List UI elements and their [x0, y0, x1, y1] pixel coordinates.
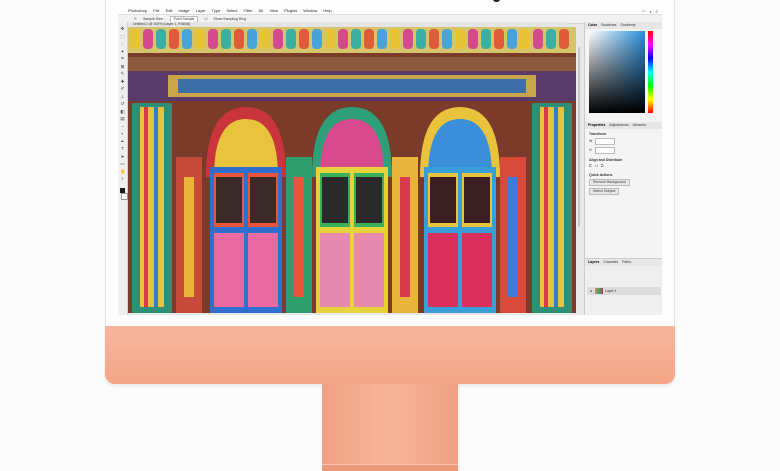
menu-photoshop[interactable]: Photoshop — [128, 8, 147, 14]
align-right-icon[interactable]: ⊐ — [601, 164, 604, 169]
remove-background-button[interactable]: Remove Background — [589, 179, 630, 186]
menu-view[interactable]: View — [269, 8, 278, 14]
gradient-tool-icon[interactable]: ▤ — [120, 116, 125, 121]
align-icons-row: ⊏ ⊓ ⊐ — [585, 163, 662, 170]
menu-plugins[interactable]: Plugins — [284, 8, 297, 14]
screen: Photoshop File Edit Image Layer Type Sel… — [118, 8, 662, 315]
blur-tool-icon[interactable]: ◔ — [120, 124, 125, 129]
eyedropper-tool-icon[interactable]: ✎ — [120, 71, 125, 76]
shape-tool-icon[interactable]: ▭ — [120, 161, 125, 166]
eyedropper-option-icon[interactable]: ✎ — [134, 17, 137, 21]
type-tool-icon[interactable]: T — [120, 146, 125, 151]
pen-tool-icon[interactable]: ✒ — [120, 139, 125, 144]
imac-stand — [322, 384, 458, 470]
menu-status-icons: ◠ ⌕ ≡ — [642, 9, 662, 14]
canvas-scrollbar[interactable] — [577, 27, 581, 313]
layer-name: Layer 1 — [605, 289, 617, 293]
hue-slider[interactable] — [648, 31, 653, 113]
quick-actions-row: Remove Background — [585, 178, 662, 187]
background-color-swatch[interactable] — [120, 193, 128, 200]
color-panel-tabs: Color Swatches Gradients — [585, 22, 662, 29]
height-input[interactable] — [594, 147, 615, 154]
align-section-title: Align and Distribute — [589, 158, 623, 162]
brush-tool-icon[interactable]: ✐ — [120, 86, 125, 91]
width-label: W — [589, 139, 593, 143]
quick-actions-title: Quick Actions — [589, 173, 613, 177]
quick-select-tool-icon[interactable]: ✦ — [120, 49, 125, 54]
align-left-icon[interactable]: ⊏ — [589, 164, 592, 169]
tools-panel: ✥ ⬚ ◌ ✦ ⌗ ⊠ ✎ ✚ ✐ ⊥ ↺ ◧ ▤ ◔ ◐ ✒ T ➤ ▭ ✋ … — [118, 22, 128, 315]
lasso-tool-icon[interactable]: ◌ — [120, 41, 125, 46]
tab-swatches[interactable]: Swatches — [601, 23, 616, 28]
menu-type[interactable]: Type — [212, 8, 221, 14]
select-subject-button[interactable]: Select Subject — [589, 188, 620, 195]
search-icon[interactable]: ⌕ — [649, 9, 651, 14]
align-center-icon[interactable]: ⊓ — [595, 164, 598, 169]
menu-3d[interactable]: 3D — [258, 8, 263, 14]
marquee-tool-icon[interactable]: ⬚ — [120, 34, 125, 39]
scrollbar-thumb[interactable] — [578, 47, 580, 227]
sample-size-label: Sample Size: — [142, 17, 164, 21]
tab-libraries[interactable]: Libraries — [633, 123, 646, 128]
tab-gradients[interactable]: Gradients — [620, 23, 635, 28]
colorful-shophouse-photo — [128, 27, 576, 313]
stamp-tool-icon[interactable]: ⊥ — [120, 94, 125, 99]
imac-chin — [105, 326, 675, 384]
document-canvas[interactable] — [128, 27, 576, 313]
menu-image[interactable]: Image — [179, 8, 190, 14]
layer-row[interactable]: ● Layer 1 — [587, 287, 661, 295]
path-select-tool-icon[interactable]: ➤ — [120, 154, 125, 159]
show-ring-label: Show Sampling Ring — [213, 17, 247, 21]
menu-window[interactable]: Window — [303, 8, 317, 14]
layers-panel-tabs: Layers Channels Paths — [585, 259, 662, 266]
transform-section-title: Transform — [589, 132, 607, 136]
history-brush-icon[interactable]: ↺ — [120, 101, 125, 106]
menu-edit[interactable]: Edit — [166, 8, 173, 14]
move-tool-icon[interactable]: ✥ — [120, 26, 125, 31]
properties-panel: Properties Adjustments Libraries Transfo… — [585, 122, 662, 262]
menu-help[interactable]: Help — [323, 8, 331, 14]
layer-thumbnail — [595, 288, 603, 294]
wifi-icon[interactable]: ◠ — [642, 9, 646, 14]
frame-tool-icon[interactable]: ⊠ — [120, 64, 125, 69]
width-input[interactable] — [595, 138, 616, 145]
quick-actions-row-2: Select Subject — [585, 187, 662, 196]
height-label: H — [589, 148, 592, 152]
menu-bar: Photoshop File Edit Image Layer Type Sel… — [118, 8, 662, 15]
right-panels: Color Swatches Gradients Properties Adju… — [584, 22, 662, 315]
zoom-tool-icon[interactable]: ⌕ — [120, 176, 125, 181]
crop-tool-icon[interactable]: ⌗ — [120, 56, 125, 61]
tab-paths[interactable]: Paths — [622, 260, 631, 265]
healing-tool-icon[interactable]: ✚ — [120, 79, 125, 84]
tab-adjustments[interactable]: Adjustments — [609, 123, 628, 128]
color-picker — [589, 31, 653, 113]
width-row: W — [585, 137, 662, 146]
layers-panel: Layers Channels Paths ● Layer 1 — [585, 258, 662, 315]
menu-layer[interactable]: Layer — [196, 8, 206, 14]
eraser-tool-icon[interactable]: ◧ — [120, 109, 125, 114]
tab-channels[interactable]: Channels — [603, 260, 618, 265]
menu-filter[interactable]: Filter — [243, 8, 252, 14]
tab-layers[interactable]: Layers — [588, 260, 599, 265]
show-ring-checkbox[interactable]: ☑ — [204, 17, 207, 21]
tab-color[interactable]: Color — [588, 23, 597, 28]
hand-tool-icon[interactable]: ✋ — [120, 169, 126, 174]
color-field[interactable] — [589, 31, 645, 113]
eye-icon[interactable]: ● — [589, 289, 593, 293]
camera-notch — [493, 0, 500, 2]
menu-select[interactable]: Select — [226, 8, 237, 14]
menu-file[interactable]: File — [153, 8, 159, 14]
foreground-color-swatch[interactable] — [120, 187, 125, 193]
dodge-tool-icon[interactable]: ◐ — [120, 131, 125, 136]
control-center-icon[interactable]: ≡ — [656, 9, 658, 14]
tab-properties[interactable]: Properties — [588, 123, 605, 128]
height-row: H — [585, 146, 662, 155]
properties-panel-tabs: Properties Adjustments Libraries — [585, 122, 662, 129]
